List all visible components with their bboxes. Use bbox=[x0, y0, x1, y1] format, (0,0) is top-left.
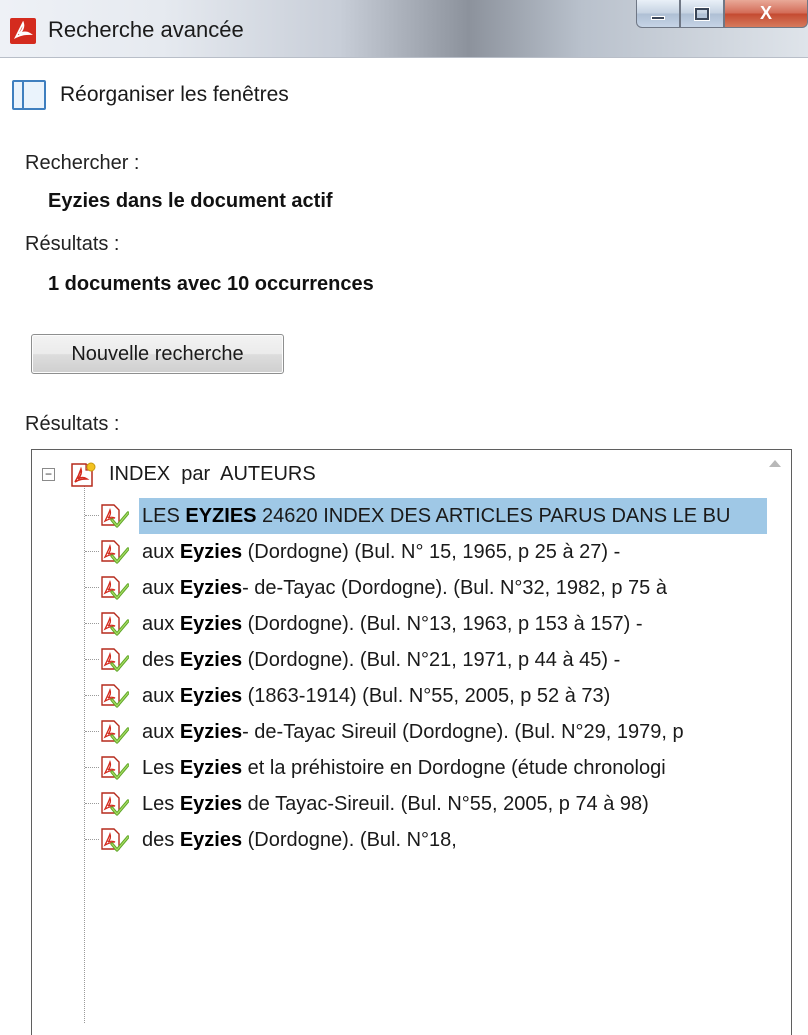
search-term-highlight: EYZIES bbox=[185, 505, 257, 527]
result-text: LES EYZIES 24620 INDEX DES ARTICLES PARU… bbox=[139, 498, 767, 534]
pdf-result-icon bbox=[99, 755, 130, 786]
result-suffix: et la préhistoire en Dordogne (étude chr… bbox=[242, 757, 666, 779]
result-prefix: Les bbox=[142, 757, 180, 779]
collapse-toggle[interactable]: − bbox=[42, 468, 55, 481]
search-term-highlight: Eyzies bbox=[179, 793, 243, 815]
result-text: aux Eyzies (Dordogne). (Bul. N°13, 1963,… bbox=[139, 606, 763, 642]
window-controls: X bbox=[636, 0, 808, 30]
pdf-result-icon bbox=[99, 791, 130, 822]
result-prefix: des bbox=[142, 829, 180, 851]
result-item[interactable]: Les Eyzies et la préhistoire en Dordogne… bbox=[32, 750, 791, 786]
pdf-result-icon bbox=[99, 575, 130, 606]
tree-branch-line bbox=[85, 551, 99, 552]
result-text: des Eyzies (Dordogne). (Bul. N°21, 1971,… bbox=[139, 642, 763, 678]
result-text: aux Eyzies (1863-1914) (Bul. N°55, 2005,… bbox=[139, 678, 763, 714]
result-prefix: aux bbox=[142, 577, 180, 599]
result-text: aux Eyzies- de-Tayac (Dordogne). (Bul. N… bbox=[139, 570, 763, 606]
reorganize-windows-link[interactable]: Réorganiser les fenêtres bbox=[12, 78, 289, 112]
result-suffix: de Tayac-Sireuil. (Bul. N°55, 2005, p 74… bbox=[242, 793, 649, 815]
summary-label: Résultats : bbox=[25, 233, 120, 255]
tree-branch-line bbox=[85, 515, 99, 516]
result-text: aux Eyzies- de-Tayac Sireuil (Dordogne).… bbox=[139, 714, 763, 750]
window-layout-icon bbox=[12, 80, 46, 110]
pdf-result-icon bbox=[99, 539, 130, 570]
tree-branch-line bbox=[85, 839, 99, 840]
tree-root-label: INDEX par AUTEURS bbox=[109, 463, 316, 485]
result-item[interactable]: aux Eyzies- de-Tayac Sireuil (Dordogne).… bbox=[32, 714, 791, 750]
maximize-icon bbox=[694, 6, 710, 21]
pdf-result-icon bbox=[99, 827, 130, 858]
tree-branch-line bbox=[85, 587, 99, 588]
search-term-highlight: Eyzies bbox=[179, 721, 243, 743]
tree-branch-line bbox=[85, 659, 99, 660]
result-suffix: (Dordogne). (Bul. N°21, 1971, p 44 à 45)… bbox=[242, 649, 621, 671]
search-term-highlight: Eyzies bbox=[179, 541, 243, 563]
result-suffix: (Dordogne). (Bul. N°18, bbox=[242, 829, 457, 851]
search-term-highlight: Eyzies bbox=[179, 757, 243, 779]
results-label: Résultats : bbox=[25, 413, 120, 435]
result-suffix: (1863-1914) (Bul. N°55, 2005, p 52 à 73) bbox=[242, 685, 611, 707]
result-item[interactable]: aux Eyzies- de-Tayac (Dordogne). (Bul. N… bbox=[32, 570, 791, 606]
result-item[interactable]: aux Eyzies (Dordogne). (Bul. N°13, 1963,… bbox=[32, 606, 791, 642]
result-suffix: (Dordogne) (Bul. N° 15, 1965, p 25 à 27)… bbox=[242, 541, 621, 563]
close-button[interactable]: X bbox=[724, 0, 808, 28]
result-text: aux Eyzies (Dordogne) (Bul. N° 15, 1965,… bbox=[139, 534, 763, 570]
result-suffix: - de-Tayac (Dordogne). (Bul. N°32, 1982,… bbox=[242, 577, 667, 599]
result-item[interactable]: aux Eyzies (1863-1914) (Bul. N°55, 2005,… bbox=[32, 678, 791, 714]
result-suffix: 24620 INDEX DES ARTICLES PARUS DANS LE B… bbox=[256, 505, 731, 527]
pdf-document-icon bbox=[68, 462, 98, 493]
results-tree[interactable]: − INDEX par AUTEURS LES EYZIES 24620 IND… bbox=[31, 449, 792, 1035]
tree-root[interactable]: − INDEX par AUTEURS bbox=[32, 456, 791, 492]
result-prefix: LES bbox=[142, 505, 186, 527]
result-text: Les Eyzies de Tayac-Sireuil. (Bul. N°55,… bbox=[139, 786, 763, 822]
pdf-result-icon bbox=[99, 719, 130, 750]
result-item[interactable]: des Eyzies (Dordogne). (Bul. N°21, 1971,… bbox=[32, 642, 791, 678]
result-prefix: aux bbox=[142, 613, 180, 635]
pdf-result-icon bbox=[99, 647, 130, 678]
title-bar: Recherche avancée X bbox=[0, 0, 808, 58]
minimize-icon bbox=[651, 15, 665, 20]
search-term-highlight: Eyzies bbox=[179, 577, 243, 599]
result-suffix: (Dordogne). (Bul. N°13, 1963, p 153 à 15… bbox=[242, 613, 643, 635]
tree-branch-line bbox=[85, 767, 99, 768]
pdf-result-icon bbox=[99, 503, 130, 534]
result-prefix: aux bbox=[142, 721, 180, 743]
acrobat-icon bbox=[10, 18, 36, 44]
search-term-highlight: Eyzies bbox=[179, 649, 243, 671]
reorganize-windows-label: Réorganiser les fenêtres bbox=[60, 83, 289, 106]
pdf-result-icon bbox=[99, 611, 130, 642]
tree-branch-line bbox=[85, 695, 99, 696]
result-item[interactable]: des Eyzies (Dordogne). (Bul. N°18, bbox=[32, 822, 791, 858]
minimize-button[interactable] bbox=[636, 0, 680, 28]
search-term-highlight: Eyzies bbox=[179, 685, 243, 707]
maximize-button[interactable] bbox=[680, 0, 724, 28]
close-icon: X bbox=[759, 3, 772, 23]
search-term-highlight: Eyzies bbox=[179, 613, 243, 635]
result-prefix: aux bbox=[142, 685, 180, 707]
tree-branch-line bbox=[85, 731, 99, 732]
result-prefix: des bbox=[142, 649, 180, 671]
pdf-result-icon bbox=[99, 683, 130, 714]
result-item[interactable]: Les Eyzies de Tayac-Sireuil. (Bul. N°55,… bbox=[32, 786, 791, 822]
window-title: Recherche avancée bbox=[48, 17, 244, 42]
new-search-button[interactable]: Nouvelle recherche bbox=[31, 334, 284, 374]
search-term-highlight: Eyzies bbox=[179, 829, 243, 851]
results-summary: 1 documents avec 10 occurrences bbox=[48, 273, 374, 295]
result-prefix: aux bbox=[142, 541, 180, 563]
result-item[interactable]: LES EYZIES 24620 INDEX DES ARTICLES PARU… bbox=[32, 498, 791, 534]
result-suffix: - de-Tayac Sireuil (Dordogne). (Bul. N°2… bbox=[242, 721, 684, 743]
result-item[interactable]: aux Eyzies (Dordogne) (Bul. N° 15, 1965,… bbox=[32, 534, 791, 570]
tree-branch-line bbox=[85, 803, 99, 804]
search-query: Eyzies dans le document actif bbox=[48, 190, 333, 212]
search-label: Rechercher : bbox=[25, 152, 140, 174]
result-text: Les Eyzies et la préhistoire en Dordogne… bbox=[139, 750, 763, 786]
result-text: des Eyzies (Dordogne). (Bul. N°18, bbox=[139, 822, 763, 858]
result-prefix: Les bbox=[142, 793, 180, 815]
tree-branch-line bbox=[85, 623, 99, 624]
